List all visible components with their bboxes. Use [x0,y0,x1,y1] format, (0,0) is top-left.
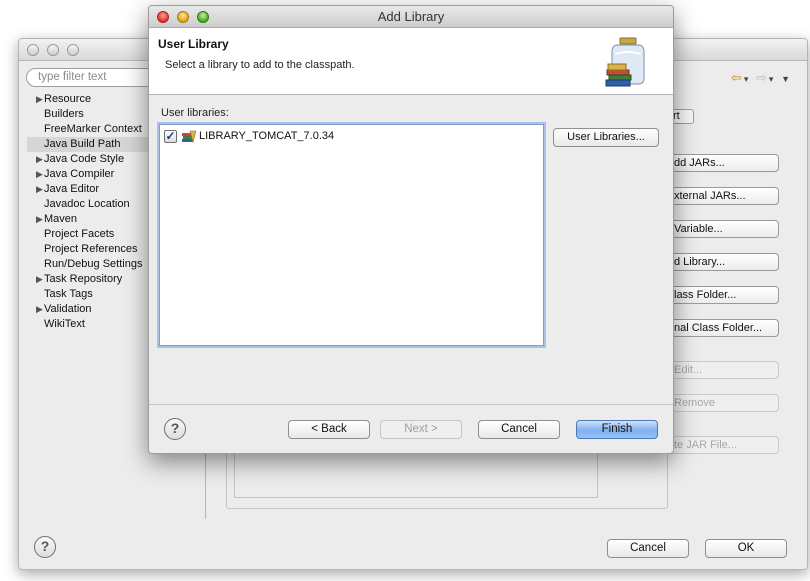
expand-arrow-icon[interactable]: ▶ [36,302,43,317]
tree-item-label: Builders [44,108,84,120]
tree-item-label: Task Repository [44,273,123,285]
user-libraries-button[interactable]: User Libraries... [553,128,659,147]
help-icon[interactable]: ? [164,418,186,440]
tree-item-label: Task Tags [44,288,93,300]
close-icon[interactable] [157,11,169,23]
expand-arrow-icon[interactable]: ▶ [36,92,43,107]
tree-item-label: Maven [44,213,78,225]
expand-arrow-icon[interactable]: ▶ [36,167,43,182]
minimize-icon[interactable] [47,44,59,56]
expand-arrow-icon[interactable]: ▶ [36,212,43,227]
build-path-button: Remove [659,394,779,412]
zoom-icon[interactable] [67,44,79,56]
history-nav: ⇦▾ ⇨▾ ▼ [731,70,792,86]
expand-arrow-icon[interactable]: ▶ [36,272,43,287]
build-path-button[interactable]: d Library... [659,253,779,271]
user-libraries-list[interactable]: ✓ LIBRARY_TOMCAT_7.0.34 [159,124,544,346]
tree-item-label: WikiText [44,318,85,330]
finish-button[interactable]: Finish [576,420,658,439]
filter-input[interactable]: type filter text [26,68,166,87]
tree-item-label: Java Compiler [44,168,115,180]
user-libraries-label: User libraries: [161,107,229,119]
details-box [234,451,598,498]
footer-separator [149,404,673,405]
back-arrow-icon[interactable]: ⇦ [731,70,744,85]
tree-item-label: Validation [44,303,92,315]
expand-arrow-icon[interactable]: ▶ [36,152,43,167]
minimize-icon[interactable] [177,11,189,23]
cancel-button[interactable]: Cancel [607,539,689,558]
library-row[interactable]: ✓ LIBRARY_TOMCAT_7.0.34 [164,128,334,144]
cancel-button[interactable]: Cancel [478,420,560,439]
wizard-page-title: User Library [158,37,229,51]
build-path-button: te JAR File... [659,436,779,454]
view-menu-icon[interactable]: ▼ [781,74,792,84]
build-path-button[interactable]: lass Folder... [659,286,779,304]
back-button[interactable]: < Back [288,420,370,439]
build-path-button[interactable]: dd JARs... [659,154,779,172]
wizard-header: User Library Select a library to add to … [149,28,673,95]
build-path-button[interactable]: Variable... [659,220,779,238]
tree-item-label: FreeMarker Context [44,123,142,135]
dialog-titlebar: Add Library [149,6,673,28]
tree-item-label: Java Editor [44,183,100,195]
tree-item-label: Project Facets [44,228,115,240]
forward-arrow-icon: ⇨ [756,70,769,85]
close-icon[interactable] [27,44,39,56]
wizard-page-description: Select a library to add to the classpath… [165,59,355,71]
build-path-button[interactable]: xternal JARs... [659,187,779,205]
expand-arrow-icon[interactable]: ▶ [36,182,43,197]
tree-item-label: Java Code Style [44,153,125,165]
forward-menu-icon: ▾ [768,74,776,84]
ok-button[interactable]: OK [705,539,787,558]
library-name: LIBRARY_TOMCAT_7.0.34 [199,130,335,142]
next-button: Next > [380,420,462,439]
tree-item-label: Run/Debug Settings [44,258,143,270]
tree-item-label: Javadoc Location [44,198,130,210]
tree-item-label: Resource [44,93,92,105]
library-icon [182,130,197,143]
tree-item-label: Java Build Path [44,138,121,150]
tree-item-label: Project References [44,243,138,255]
zoom-icon[interactable] [197,11,209,23]
build-path-button[interactable]: nal Class Folder... [659,319,779,337]
help-icon[interactable]: ? [34,536,56,558]
library-checkbox[interactable]: ✓ [164,129,177,143]
library-jar-icon [605,37,645,87]
dialog-title: Add Library [377,9,445,24]
add-library-dialog: Add Library User Library Select a librar… [148,5,674,454]
back-menu-icon[interactable]: ▾ [744,74,751,84]
build-path-button: Edit... [659,361,779,379]
